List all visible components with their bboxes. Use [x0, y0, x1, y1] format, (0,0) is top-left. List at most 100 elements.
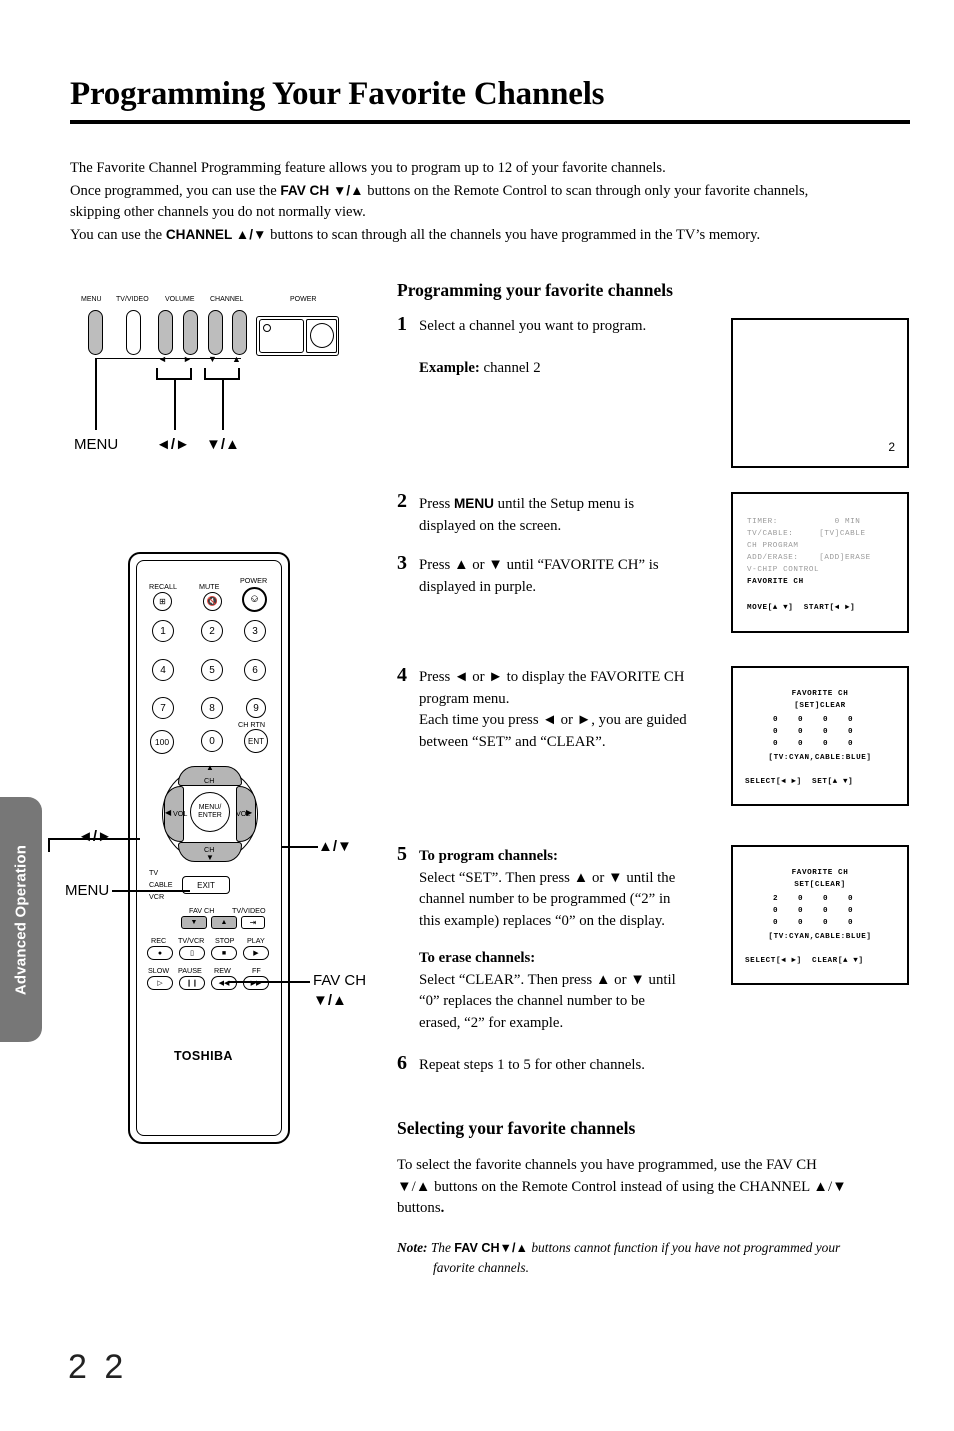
remote-recall-button[interactable]: ⊞: [153, 592, 172, 611]
osd4-r1c3: 0: [848, 907, 854, 915]
remote-brand-logo: TOSHIBA: [174, 1049, 233, 1063]
remote-fav-ch-up-button[interactable]: ▲: [211, 916, 237, 929]
remote-key-9[interactable]: 9: [246, 698, 266, 718]
remote-label-rec: REC: [151, 936, 167, 945]
remote-key-7[interactable]: 7: [152, 697, 174, 719]
remote-key-4[interactable]: 4: [152, 659, 174, 681]
leader-line-volume: [174, 378, 176, 430]
remote-label-power: POWER: [240, 576, 268, 585]
remote-rew-button[interactable]: ◀◀: [211, 976, 237, 990]
power-icon: ⎉: [250, 593, 259, 605]
remote-stop-button[interactable]: ■: [211, 946, 237, 960]
osd4-r0c3: 0: [848, 895, 854, 903]
note-fav-ch-bold: FAV CH▼/▲: [454, 1241, 528, 1255]
remote-label-ch-rtn: CH RTN: [238, 720, 266, 729]
leader-line-horizontal-top: [95, 358, 241, 360]
osd3-r1c0: 0: [773, 728, 779, 736]
remote-key-1[interactable]: 1: [152, 620, 174, 642]
remote-key-0[interactable]: 0: [201, 730, 223, 752]
step-2-menu-bold: MENU: [453, 496, 494, 511]
remote-key-3[interactable]: 3: [244, 620, 266, 642]
step-1-text: Select a channel you want to program.: [419, 316, 719, 338]
step-4-line-1: Press ◄ or ► to display the FAVORITE CH: [419, 669, 685, 685]
intro-channel-bold: CHANNEL ▲/▼: [165, 226, 267, 242]
remote-label-rew: REW: [214, 966, 231, 975]
selecting-channel-bold: CHANNEL ▲/▼: [739, 1178, 847, 1195]
remote-rec-button[interactable]: ●: [147, 946, 173, 960]
remote-pause-button[interactable]: ❙❙: [179, 976, 205, 990]
stop-icon: ■: [221, 949, 227, 957]
remote-mute-button[interactable]: 🔇: [203, 592, 222, 611]
remote-callout-fav-ch-line2: ▼/▲: [313, 992, 347, 1009]
nav-pad-menu-enter-button[interactable]: MENU/ ENTER: [190, 792, 230, 832]
osd-row-ch-program: CH PROGRAM: [747, 542, 799, 550]
osd3-r1c2: 0: [823, 728, 829, 736]
remote-play-button[interactable]: ▶: [243, 946, 269, 960]
step-3-text: Press ▲ or ▼ until “FAVORITE CH” is disp…: [419, 555, 719, 598]
intro-line-4-a: You can use the: [70, 226, 166, 243]
tv-panel-tvvideo-button[interactable]: [126, 310, 141, 355]
osd4-r0c1: 0: [798, 895, 804, 903]
step-5-number: 5: [397, 843, 407, 865]
section-title-programming: Programming your favorite channels: [397, 280, 673, 300]
step-4-line-2: program menu.: [419, 690, 510, 707]
remote-label-tvvcr: TV/VCR: [178, 936, 205, 945]
step-1-number: 1: [397, 313, 407, 335]
remote-label-play: PLAY: [247, 936, 265, 945]
tv-screen-channel-number: 2: [888, 440, 895, 454]
osd3-r2c3: 0: [848, 740, 854, 748]
remote-tv-video-button[interactable]: ⇥: [241, 916, 265, 929]
remote-key-ent[interactable]: ENT: [244, 729, 268, 753]
osd3-r2c0: 0: [773, 740, 779, 748]
tv-panel-power-button[interactable]: [310, 323, 334, 348]
intro-line-4-c: buttons to scan through all the channels…: [266, 226, 761, 243]
remote-ff-button[interactable]: ▶▶: [243, 976, 269, 990]
remote-power-button[interactable]: ⎉: [242, 587, 267, 612]
example-label: Example:: [419, 360, 480, 376]
remote-leader-volume-tick: [48, 838, 50, 852]
step-3-line-1: Press ▲ or ▼ until “FAVORITE CH” is: [419, 557, 659, 573]
step-2-number: 2: [397, 490, 407, 512]
step-5-sub2-title: To erase channels:: [419, 950, 536, 966]
key-label: 7: [160, 702, 166, 714]
remote-label-recall: RECALL: [149, 582, 177, 591]
remote-key-8[interactable]: 8: [201, 697, 223, 719]
page-number: 2 2: [68, 1348, 128, 1386]
tv-panel-menu-button[interactable]: [88, 310, 103, 355]
key-label: 1: [160, 625, 166, 637]
tv-panel-volume-down-button[interactable]: [158, 310, 173, 355]
key-label: 4: [160, 664, 166, 676]
remote-fav-ch-down-button[interactable]: ▼: [181, 916, 207, 929]
osd-row-add-erase: ADD/ERASE: [ADD]ERASE: [747, 554, 871, 562]
key-label: 3: [252, 625, 258, 637]
remote-tvvcr-button[interactable]: ▯: [179, 946, 205, 960]
remote-label-stop: STOP: [215, 936, 235, 945]
osd4-r1c2: 0: [823, 907, 829, 915]
note-text-2: buttons cannot function if you have not …: [527, 1240, 841, 1255]
remote-leader-channel: [282, 846, 318, 848]
osd4-title: FAVORITE CH: [791, 869, 849, 877]
bracket-channel-right: [238, 368, 240, 380]
tv-panel-channel-down-button[interactable]: [208, 310, 223, 355]
key-label: 8: [209, 702, 215, 714]
tv-panel-channel-up-button[interactable]: [232, 310, 247, 355]
remote-key-5[interactable]: 5: [201, 659, 223, 681]
remote-key-6[interactable]: 6: [244, 659, 266, 681]
nav-down-arrow-icon: ▼: [206, 853, 214, 862]
play-icon: ▶: [253, 950, 259, 957]
tv-panel-volume-up-button[interactable]: [183, 310, 198, 355]
remote-label-tv: TV: [149, 868, 159, 877]
step-5-program-block: To program channels: Select “SET”. Then …: [419, 846, 719, 932]
step-5-sub2-line-2: “0” replaces the channel number to be: [419, 993, 645, 1009]
remote-slow-button[interactable]: ▷: [147, 976, 173, 990]
tv-vcr-icon: ▯: [190, 950, 194, 957]
tv-front-panel-diagram: MENU TV/VIDEO VOLUME CHANNEL POWER ◄ ► ▼…: [68, 296, 368, 471]
step-3-number: 3: [397, 552, 407, 574]
key-label: 100: [154, 737, 170, 747]
remote-key-2[interactable]: 2: [201, 620, 223, 642]
osd-row-vchip: V-CHIP CONTROL: [747, 566, 820, 574]
bracket-volume-right: [190, 368, 192, 380]
remote-key-100[interactable]: 100: [150, 730, 174, 754]
osd4-r1c0: 0: [773, 907, 779, 915]
step-5-sub1-line-1: Select “SET”. Then press ▲ or ▼ until th…: [419, 869, 676, 886]
